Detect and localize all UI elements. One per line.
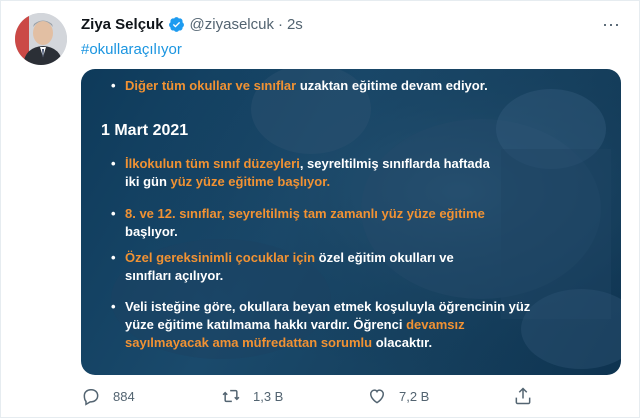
bullet-5-text-1: Veli isteğine göre, okullara beyan etmek… xyxy=(125,299,531,314)
bullet-1-highlight: Diğer tüm okullar ve sınıflar xyxy=(125,78,297,93)
bullet-3-text: başlıyor. xyxy=(125,224,178,239)
bullet-4-text-2: sınıfları açılıyor. xyxy=(125,268,224,283)
bullet-4: Özel gereksinimli çocuklar için özel eği… xyxy=(111,249,591,285)
author-handle[interactable]: @ziyaselcuk xyxy=(190,16,274,33)
action-bar: 884 1,3 B 7,2 B xyxy=(81,386,621,408)
bullet-2-highlight-2: yüz yüze eğitime başlıyor. xyxy=(170,174,331,189)
reply-button[interactable]: 884 xyxy=(81,386,135,406)
card-text: Diğer tüm okullar ve sınıflar uzaktan eğ… xyxy=(81,69,621,375)
share-button[interactable] xyxy=(513,386,545,406)
avatar[interactable] xyxy=(15,13,67,65)
share-icon xyxy=(515,387,531,405)
date-heading: 1 Mart 2021 xyxy=(101,122,189,139)
reply-icon xyxy=(83,389,99,406)
tweet-image[interactable]: Diğer tüm okullar ve sınıflar uzaktan eğ… xyxy=(81,69,621,375)
bullet-5-highlight-2: sayılmayacak ama müfredattan sorumlu xyxy=(125,335,373,350)
like-button[interactable]: 7,2 B xyxy=(367,386,429,406)
bullet-1: Diğer tüm okullar ve sınıflar uzaktan eğ… xyxy=(111,77,591,95)
separator-dot: · xyxy=(277,16,283,33)
author-name[interactable]: Ziya Selçuk xyxy=(81,16,164,33)
tweet-container: Ziya Selçuk @ziyaselcuk · 2s ⋯ #okullara… xyxy=(0,0,640,418)
bullet-4-text-1: özel eğitim okulları ve xyxy=(315,250,454,265)
bullet-5-highlight-1: devamsız xyxy=(406,317,465,332)
hashtag-link[interactable]: #okullaraçılıyor xyxy=(81,41,182,58)
retweet-button[interactable]: 1,3 B xyxy=(221,386,283,406)
bullet-3: 8. ve 12. sınıflar, seyreltilmiş tam zam… xyxy=(111,205,591,241)
bullet-5-text-2: yüze eğitime katılmama hakkı vardır. Öğr… xyxy=(125,317,407,332)
bullet-2: İlkokulun tüm sınıf düzeyleri, seyreltil… xyxy=(111,155,591,191)
bullet-1-text: uzaktan eğitime devam ediyor. xyxy=(296,78,488,93)
retweet-count: 1,3 B xyxy=(253,388,284,404)
bullet-2-highlight-1: İlkokulun tüm sınıf düzeyleri xyxy=(125,156,300,171)
like-icon xyxy=(369,389,385,404)
bullet-4-highlight: Özel gereksinimli çocuklar için xyxy=(125,250,316,265)
more-options-icon[interactable]: ⋯ xyxy=(602,15,621,36)
retweet-icon xyxy=(222,389,240,403)
verified-icon xyxy=(168,16,185,33)
bullet-5-text-3: olacaktır. xyxy=(372,335,433,350)
bullet-2-text-1: , seyreltilmiş sınıflarda haftada xyxy=(299,156,490,171)
tweet-header: Ziya Selçuk @ziyaselcuk · 2s xyxy=(81,16,303,33)
bullet-3-highlight: 8. ve 12. sınıflar, seyreltilmiş tam zam… xyxy=(125,206,485,221)
reply-count: 884 xyxy=(113,388,135,404)
bullet-5: Veli isteğine göre, okullara beyan etmek… xyxy=(111,298,611,352)
like-count: 7,2 B xyxy=(399,388,430,404)
tweet-time[interactable]: 2s xyxy=(287,16,303,33)
bullet-2-text-2: iki gün xyxy=(125,174,171,189)
